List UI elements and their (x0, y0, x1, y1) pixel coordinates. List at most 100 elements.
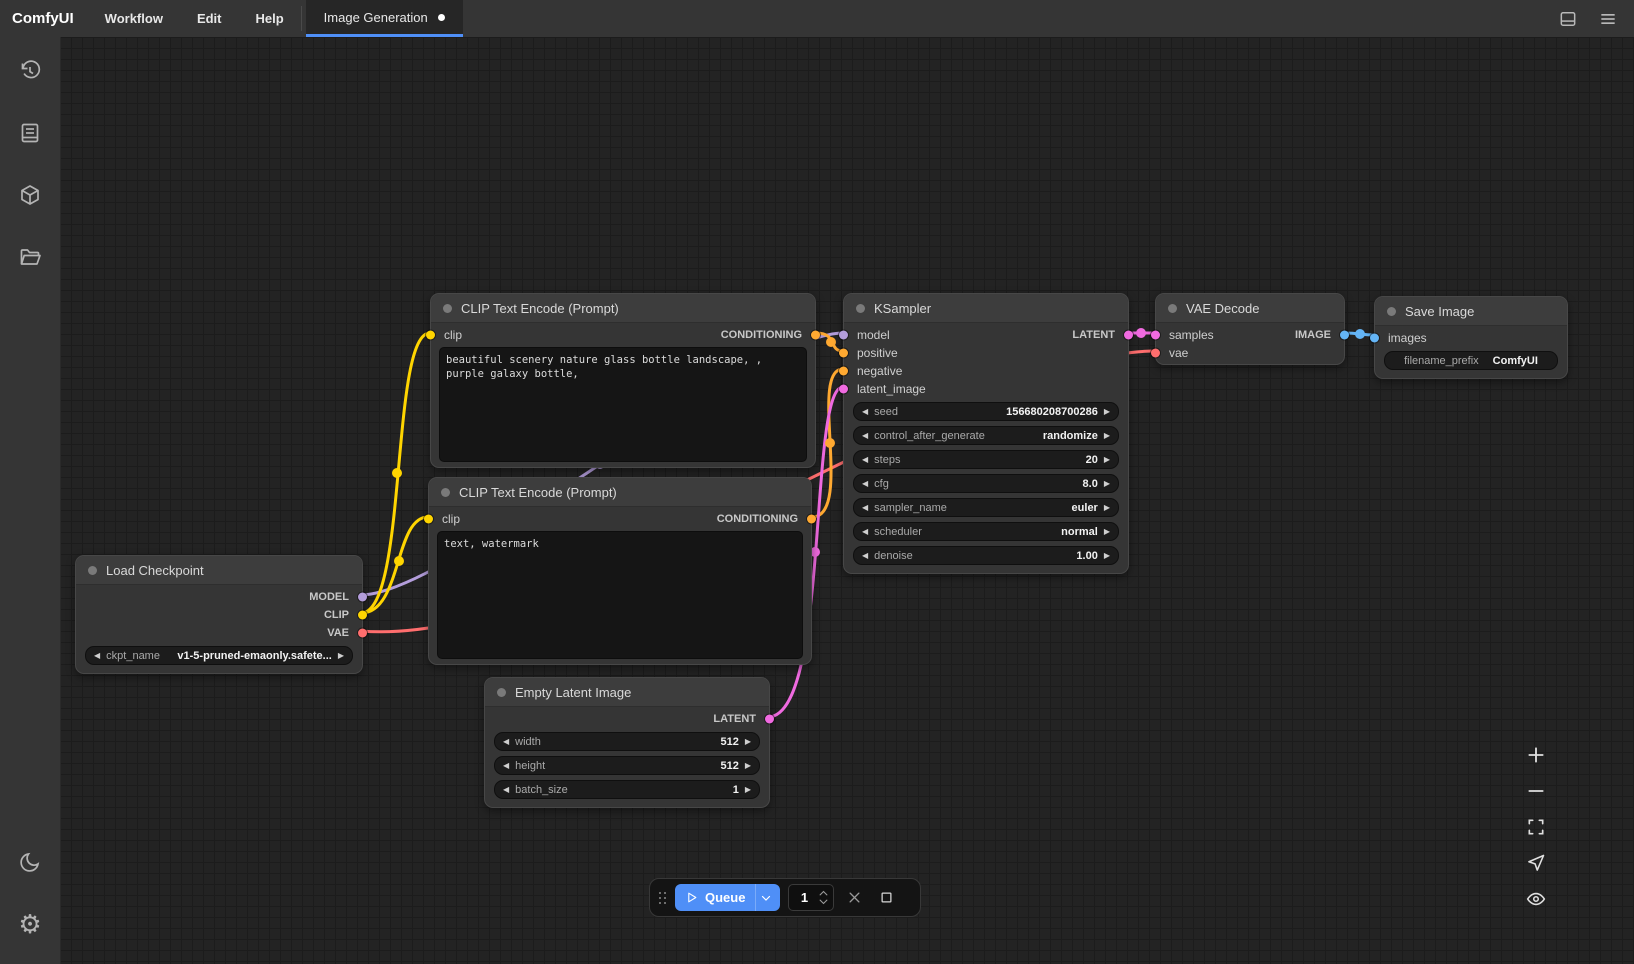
node-title-bar[interactable]: CLIP Text Encode (Prompt) (429, 478, 811, 507)
conditioning-output-port[interactable] (811, 331, 820, 340)
increment-arrow-icon[interactable]: ▶ (1104, 552, 1110, 560)
actionbar-drag-handle[interactable] (658, 891, 667, 905)
decrement-arrow-icon[interactable]: ◀ (862, 432, 868, 440)
node-title-bar[interactable]: Save Image (1375, 297, 1567, 326)
workflow-tab[interactable]: Image Generation (306, 0, 463, 37)
increment-arrow-icon[interactable]: ▶ (1104, 432, 1110, 440)
latent-output-port[interactable] (1124, 331, 1133, 340)
clip-input-port[interactable] (424, 515, 433, 524)
node-title-bar[interactable]: Empty Latent Image (485, 678, 769, 707)
widget-height[interactable]: ◀ height 512 ▶ (494, 756, 760, 775)
decrement-arrow-icon[interactable]: ◀ (862, 480, 868, 488)
negative-prompt-textarea[interactable]: text, watermark (437, 531, 803, 659)
node-empty-latent-image[interactable]: Empty Latent Image LATENT ◀ width 512 ▶ … (484, 677, 770, 808)
positive-input-port[interactable] (839, 349, 848, 358)
menu-workflow[interactable]: Workflow (88, 0, 180, 37)
menu-edit[interactable]: Edit (180, 0, 239, 37)
widget-steps[interactable]: ◀ steps 20 ▶ (853, 450, 1119, 469)
menu-help[interactable]: Help (239, 0, 301, 37)
increment-arrow-icon[interactable]: ▶ (1104, 408, 1110, 416)
decrement-arrow-icon[interactable]: ◀ (862, 408, 868, 416)
widget-scheduler[interactable]: ◀ scheduler normal ▶ (853, 522, 1119, 541)
decrement-arrow-icon[interactable]: ◀ (503, 762, 509, 770)
widget-batch-size[interactable]: ◀ batch_size 1 ▶ (494, 780, 760, 799)
model-input-port[interactable] (839, 331, 848, 340)
samples-input-port[interactable] (1151, 331, 1160, 340)
node-title-bar[interactable]: VAE Decode (1156, 294, 1344, 323)
toggle-link-visibility-eye-icon[interactable] (1522, 887, 1550, 911)
decrement-arrow-icon[interactable]: ◀ (503, 786, 509, 794)
node-collapse-dot[interactable] (1168, 304, 1177, 313)
decrement-arrow-icon[interactable]: ◀ (503, 738, 509, 746)
theme-toggle-moon-icon[interactable] (0, 840, 60, 884)
latent-image-input-port[interactable] (839, 385, 848, 394)
decrement-arrow-icon[interactable]: ◀ (862, 552, 868, 560)
node-title-bar[interactable]: Load Checkpoint (76, 556, 362, 585)
node-collapse-dot[interactable] (497, 688, 506, 697)
widget-denoise[interactable]: ◀ denoise 1.00 ▶ (853, 546, 1119, 565)
stop-icon[interactable] (874, 886, 898, 910)
vae-input-port[interactable] (1151, 349, 1160, 358)
clip-output-port[interactable] (358, 611, 367, 620)
increment-arrow-icon[interactable]: ▶ (745, 762, 751, 770)
vae-output-port[interactable] (358, 629, 367, 638)
node-collapse-dot[interactable] (88, 566, 97, 575)
batch-count-input[interactable]: 1 (788, 884, 834, 911)
widget-control-after-generate[interactable]: ◀ control_after_generate randomize ▶ (853, 426, 1119, 445)
negative-input-port[interactable] (839, 367, 848, 376)
workflows-folder-icon[interactable] (0, 235, 60, 279)
increment-arrow-icon[interactable]: ▶ (1104, 480, 1110, 488)
decrement-arrow-icon[interactable]: ◀ (94, 652, 100, 660)
queue-log-icon[interactable] (0, 111, 60, 155)
widget-filename-prefix[interactable]: filename_prefix ComfyUI (1384, 351, 1558, 370)
widget-ckpt-name[interactable]: ◀ ckpt_name v1-5-pruned-emaonly.safete..… (85, 646, 353, 665)
image-output-port[interactable] (1340, 331, 1349, 340)
node-title-bar[interactable]: KSampler (844, 294, 1128, 323)
node-graph-canvas[interactable]: Load Checkpoint MODEL CLIP VAE ◀ ckpt_na… (60, 37, 1634, 964)
zoom-in-icon[interactable] (1522, 743, 1550, 767)
node-clip-text-encode-positive[interactable]: CLIP Text Encode (Prompt) clip CONDITION… (430, 293, 816, 468)
positive-prompt-textarea[interactable]: beautiful scenery nature glass bottle la… (439, 347, 807, 462)
bottom-panel-icon[interactable] (1548, 0, 1588, 37)
decrement-arrow-icon[interactable]: ◀ (862, 504, 868, 512)
node-vae-decode[interactable]: VAE Decode samples IMAGE vae (1155, 293, 1345, 365)
increment-arrow-icon[interactable]: ▶ (338, 652, 344, 660)
increment-arrow-icon[interactable]: ▶ (1104, 504, 1110, 512)
count-decrement-icon[interactable] (819, 899, 828, 905)
latent-output-port[interactable] (765, 715, 774, 724)
node-clip-text-encode-negative[interactable]: CLIP Text Encode (Prompt) clip CONDITION… (428, 477, 812, 665)
widget-sampler-name[interactable]: ◀ sampler_name euler ▶ (853, 498, 1119, 517)
queue-button[interactable]: Queue (675, 884, 780, 911)
select-mode-cursor-icon[interactable] (1522, 851, 1550, 875)
widget-seed[interactable]: ◀ seed 156680208700286 ▶ (853, 402, 1119, 421)
history-icon[interactable] (0, 49, 60, 93)
decrement-arrow-icon[interactable]: ◀ (862, 456, 868, 464)
count-increment-icon[interactable] (819, 890, 828, 896)
images-input-port[interactable] (1370, 334, 1379, 343)
model-output-port[interactable] (358, 593, 367, 602)
node-collapse-dot[interactable] (443, 304, 452, 313)
increment-arrow-icon[interactable]: ▶ (745, 738, 751, 746)
settings-gear-icon[interactable]: ⚙ (0, 902, 60, 946)
node-load-checkpoint[interactable]: Load Checkpoint MODEL CLIP VAE ◀ ckpt_na… (75, 555, 363, 674)
clip-input-port[interactable] (426, 331, 435, 340)
node-library-icon[interactable] (0, 173, 60, 217)
node-collapse-dot[interactable] (856, 304, 865, 313)
increment-arrow-icon[interactable]: ▶ (745, 786, 751, 794)
queue-options-chevron[interactable] (755, 884, 780, 911)
node-collapse-dot[interactable] (441, 488, 450, 497)
hamburger-menu-icon[interactable] (1588, 0, 1628, 37)
node-title-bar[interactable]: CLIP Text Encode (Prompt) (431, 294, 815, 323)
fit-view-icon[interactable] (1522, 815, 1550, 839)
decrement-arrow-icon[interactable]: ◀ (862, 528, 868, 536)
node-save-image[interactable]: Save Image images filename_prefix ComfyU… (1374, 296, 1568, 379)
widget-cfg[interactable]: ◀ cfg 8.0 ▶ (853, 474, 1119, 493)
node-collapse-dot[interactable] (1387, 307, 1396, 316)
conditioning-output-port[interactable] (807, 515, 816, 524)
zoom-out-icon[interactable] (1522, 779, 1550, 803)
increment-arrow-icon[interactable]: ▶ (1104, 456, 1110, 464)
clear-queue-icon[interactable] (842, 886, 866, 910)
node-ksampler[interactable]: KSampler model LATENT positive negative … (843, 293, 1129, 574)
increment-arrow-icon[interactable]: ▶ (1104, 528, 1110, 536)
widget-width[interactable]: ◀ width 512 ▶ (494, 732, 760, 751)
